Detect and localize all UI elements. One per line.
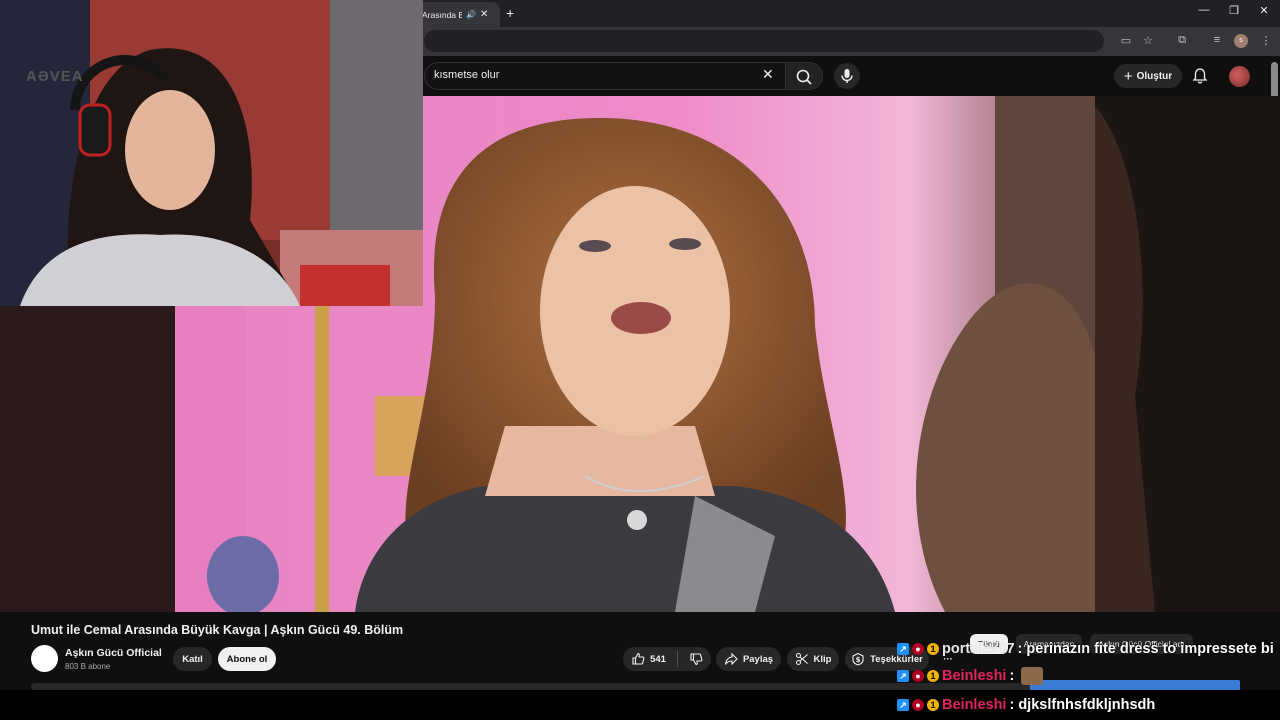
search-query: kısmetse olur <box>434 69 500 81</box>
like-dislike-group[interactable]: 541 <box>623 647 711 671</box>
microphone-icon <box>841 69 853 83</box>
webcam-frame <box>0 0 423 306</box>
restore-button[interactable]: ❐ <box>1224 4 1244 17</box>
left-background-panel <box>0 306 175 612</box>
share-button[interactable]: Paylaş <box>716 647 781 671</box>
chat-badge-icon: ● <box>912 670 924 682</box>
media-control-icon[interactable]: ≡ <box>1209 34 1225 46</box>
subscriber-count: 803 B abone <box>65 662 111 671</box>
like-icon[interactable] <box>631 652 645 666</box>
subscribe-button[interactable]: Abone ol <box>218 647 276 671</box>
channel-avatar[interactable] <box>31 645 58 672</box>
chat-badge-icon: ↗ <box>897 699 909 711</box>
streamer-webcam <box>0 0 423 306</box>
chat-message: ↗ ● 1 Beinleshi : djkslfnhsfdkljnhsdh <box>897 694 1155 716</box>
chat-badge-icon: 1 <box>927 699 939 711</box>
close-window-button[interactable]: ✕ <box>1254 4 1274 17</box>
clip-button[interactable]: Klip <box>787 647 839 671</box>
chat-message-text: : perinazın fite dress to impressete bi <box>1017 641 1274 657</box>
create-label: Oluştur <box>1136 70 1173 82</box>
like-separator <box>676 651 678 667</box>
chat-badge-icon: ↗ <box>897 643 909 655</box>
chat-message-text: : djkslfnhsfdkljnhsdh <box>1009 697 1156 713</box>
channel-name[interactable]: Aşkın Gücü Official <box>65 647 162 659</box>
chat-username[interactable]: Beinleshi <box>942 697 1006 713</box>
browser-menu-icon[interactable]: ⋮ <box>1258 34 1274 47</box>
right-background-panel <box>1035 96 1280 612</box>
emote-icon <box>1021 667 1044 685</box>
chat-username[interactable]: Beinleshi <box>942 668 1006 684</box>
super-thanks-icon: $ <box>852 652 864 666</box>
svg-text:$: $ <box>856 656 861 664</box>
account-avatar[interactable] <box>1229 66 1250 87</box>
chat-badge-icon: 1 <box>927 670 939 682</box>
new-tab-button[interactable]: + <box>506 5 514 21</box>
clear-search-icon[interactable]: ✕ <box>762 66 774 83</box>
chat-message: ↗ ● 1 portalak07 : perinazın fite dress … <box>897 638 1274 660</box>
chat-badge-icon: ● <box>912 643 924 655</box>
minimize-button[interactable]: — <box>1194 4 1214 16</box>
share-icon <box>724 652 738 666</box>
extensions-icon[interactable]: ⧉ <box>1174 34 1190 47</box>
person-silhouette <box>1035 96 1280 612</box>
chair-brand-text: AƏVEA <box>26 68 84 85</box>
bookmark-star-icon[interactable]: ☆ <box>1140 34 1156 47</box>
chat-badge-icon: ● <box>912 699 924 711</box>
video-title: Umut ile Cemal Arasında Büyük Kavga | Aş… <box>31 623 404 637</box>
plus-icon: + <box>1123 67 1133 85</box>
create-button[interactable]: + Oluştur <box>1114 64 1182 88</box>
chat-badge-icon: ↗ <box>897 670 909 682</box>
omnibox[interactable] <box>424 30 1104 52</box>
tab-title: Arasında Bü <box>422 9 462 20</box>
search-icon <box>796 69 812 85</box>
voice-search-button[interactable] <box>834 63 860 89</box>
join-button[interactable]: Katıl <box>173 647 212 671</box>
search-button[interactable] <box>785 62 823 90</box>
share-label: Paylaş <box>742 653 774 665</box>
chat-message: ↗ ● 1 Beinleshi : <box>897 665 1044 687</box>
cast-icon[interactable]: ▭ <box>1118 34 1134 47</box>
clip-label: Klip <box>813 653 832 665</box>
like-count: 541 <box>650 653 666 665</box>
speaker-icon[interactable]: 🔊 <box>466 10 476 19</box>
chat-badge-icon: 1 <box>927 643 939 655</box>
profile-avatar[interactable]: s <box>1234 34 1248 48</box>
dislike-icon[interactable] <box>689 652 703 666</box>
notifications-bell-icon[interactable] <box>1191 67 1209 85</box>
browser-tab[interactable]: Arasında Bü 🔊 ✕ <box>416 2 500 27</box>
scissors-icon <box>795 652 808 666</box>
chat-username[interactable]: portalak07 <box>942 641 1015 657</box>
chat-message-text: : <box>1009 668 1015 684</box>
tab-close-icon[interactable]: ✕ <box>480 9 488 20</box>
